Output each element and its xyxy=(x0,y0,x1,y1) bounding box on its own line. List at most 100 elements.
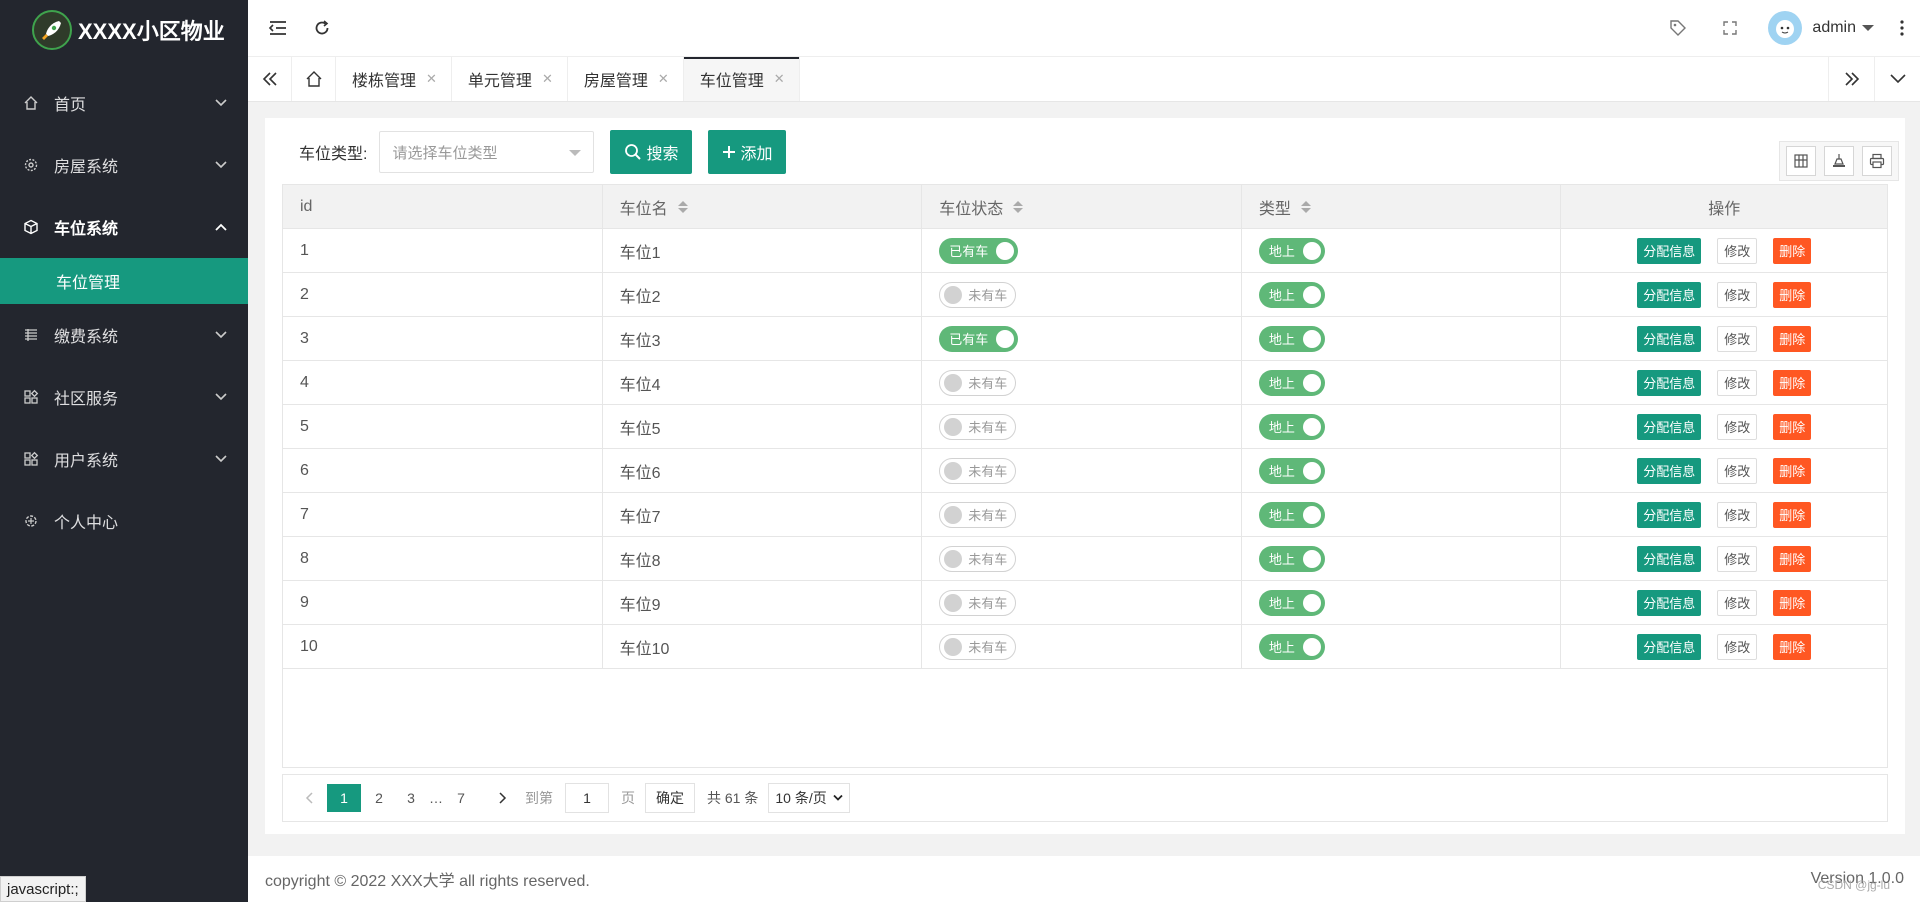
type-switch[interactable]: 地上 xyxy=(1258,589,1325,616)
column-header-id[interactable]: id xyxy=(283,185,603,228)
assign-info-button[interactable]: 分配信息 xyxy=(1637,413,1702,440)
logo[interactable]: XXXX小区物业 xyxy=(0,0,248,60)
type-switch[interactable]: 地上 xyxy=(1258,501,1325,528)
delete-button[interactable]: 删除 xyxy=(1773,501,1812,528)
edit-button[interactable]: 修改 xyxy=(1717,281,1758,308)
assign-info-button[interactable]: 分配信息 xyxy=(1637,369,1702,396)
edit-button[interactable]: 修改 xyxy=(1717,237,1758,264)
type-filter-label: 车位类型: xyxy=(299,146,368,163)
type-switch[interactable]: 地上 xyxy=(1258,457,1325,484)
tab-parking[interactable]: 车位管理 ✕ xyxy=(683,57,800,101)
delete-button[interactable]: 删除 xyxy=(1773,589,1812,616)
edit-button[interactable]: 修改 xyxy=(1717,545,1758,572)
status-switch[interactable]: 未有车 xyxy=(939,413,1017,440)
page-3[interactable]: 3 xyxy=(397,784,425,812)
page-1[interactable]: 1 xyxy=(327,784,361,812)
tabs-scroll-left-button[interactable] xyxy=(248,57,292,101)
assign-info-button[interactable]: 分配信息 xyxy=(1637,325,1702,352)
edit-button[interactable]: 修改 xyxy=(1717,325,1758,352)
sidebar-item-housing[interactable]: 房屋系统 xyxy=(0,134,248,196)
page-2[interactable]: 2 xyxy=(365,784,393,812)
column-header-status[interactable]: 车位状态 xyxy=(922,185,1242,228)
tab-home[interactable] xyxy=(292,57,336,101)
edit-button[interactable]: 修改 xyxy=(1717,457,1758,484)
theme-button[interactable] xyxy=(1652,6,1704,50)
column-header-name[interactable]: 车位名 xyxy=(603,185,923,228)
assign-info-button[interactable]: 分配信息 xyxy=(1637,237,1702,264)
sidebar-item-parking[interactable]: 车位系统 xyxy=(0,196,248,258)
status-switch[interactable]: 未有车 xyxy=(939,281,1017,308)
delete-button[interactable]: 删除 xyxy=(1773,633,1812,660)
assign-info-button[interactable]: 分配信息 xyxy=(1637,457,1702,484)
sidebar-item-profile[interactable]: 个人中心 xyxy=(0,490,248,552)
assign-info-button[interactable]: 分配信息 xyxy=(1637,281,1702,308)
print-button[interactable] xyxy=(1862,146,1892,176)
export-button[interactable] xyxy=(1824,146,1854,176)
status-switch[interactable]: 已有车 xyxy=(939,325,1019,352)
next-page-button[interactable] xyxy=(489,784,517,812)
tab-unit[interactable]: 单元管理 ✕ xyxy=(452,57,568,101)
goto-page-input[interactable] xyxy=(565,783,609,813)
column-header-type[interactable]: 类型 xyxy=(1242,185,1562,228)
type-switch[interactable]: 地上 xyxy=(1258,545,1325,572)
menu-toggle-button[interactable] xyxy=(256,6,300,50)
edit-button[interactable]: 修改 xyxy=(1717,589,1758,616)
type-select[interactable]: 请选择车位类型 xyxy=(379,131,595,173)
page-7[interactable]: 7 xyxy=(447,784,475,812)
tab-building[interactable]: 楼栋管理 ✕ xyxy=(336,57,452,101)
edit-button[interactable]: 修改 xyxy=(1717,633,1758,660)
delete-button[interactable]: 删除 xyxy=(1773,281,1812,308)
type-switch[interactable]: 地上 xyxy=(1258,325,1325,352)
page-size-select[interactable]: 10 条/页 xyxy=(768,783,850,813)
columns-filter-button[interactable] xyxy=(1786,146,1816,176)
type-switch[interactable]: 地上 xyxy=(1258,633,1325,660)
close-icon[interactable]: ✕ xyxy=(426,71,437,87)
prev-page-button[interactable] xyxy=(295,784,323,812)
user-menu[interactable]: admin xyxy=(1756,0,1884,57)
sidebar-subitem-parking-management[interactable]: 车位管理 xyxy=(0,258,248,304)
assign-info-button[interactable]: 分配信息 xyxy=(1637,501,1702,528)
sort-icon[interactable] xyxy=(1013,200,1024,213)
assign-info-button[interactable]: 分配信息 xyxy=(1637,589,1702,616)
close-icon[interactable]: ✕ xyxy=(774,71,785,87)
status-switch[interactable]: 未有车 xyxy=(939,589,1017,616)
sidebar-item-home[interactable]: 首页 xyxy=(0,72,248,134)
delete-button[interactable]: 删除 xyxy=(1773,545,1812,572)
sidebar-item-community[interactable]: 社区服务 xyxy=(0,366,248,428)
status-switch[interactable]: 未有车 xyxy=(939,369,1017,396)
sort-icon[interactable] xyxy=(677,200,688,213)
status-switch[interactable]: 未有车 xyxy=(939,457,1017,484)
edit-button[interactable]: 修改 xyxy=(1717,413,1758,440)
close-icon[interactable]: ✕ xyxy=(658,71,669,87)
type-switch[interactable]: 地上 xyxy=(1258,237,1325,264)
close-icon[interactable]: ✕ xyxy=(542,71,553,87)
assign-info-button[interactable]: 分配信息 xyxy=(1637,633,1702,660)
status-switch[interactable]: 未有车 xyxy=(939,633,1017,660)
assign-info-button[interactable]: 分配信息 xyxy=(1637,545,1702,572)
status-switch[interactable]: 未有车 xyxy=(939,501,1017,528)
edit-button[interactable]: 修改 xyxy=(1717,501,1758,528)
tabs-scroll-right-button[interactable] xyxy=(1828,57,1874,101)
delete-button[interactable]: 删除 xyxy=(1773,325,1812,352)
delete-button[interactable]: 删除 xyxy=(1773,413,1812,440)
delete-button[interactable]: 删除 xyxy=(1773,457,1812,484)
type-switch[interactable]: 地上 xyxy=(1258,413,1325,440)
refresh-button[interactable] xyxy=(300,6,344,50)
delete-button[interactable]: 删除 xyxy=(1773,369,1812,396)
more-button[interactable] xyxy=(1884,6,1920,50)
add-button[interactable]: 添加 xyxy=(708,130,787,174)
tabs-menu-button[interactable] xyxy=(1874,57,1920,101)
goto-confirm-button[interactable]: 确定 xyxy=(645,783,695,813)
type-switch[interactable]: 地上 xyxy=(1258,281,1325,308)
sort-icon[interactable] xyxy=(1300,200,1311,213)
tab-house[interactable]: 房屋管理 ✕ xyxy=(568,57,684,101)
search-button[interactable]: 搜索 xyxy=(610,130,693,174)
fullscreen-button[interactable] xyxy=(1704,6,1756,50)
status-switch[interactable]: 未有车 xyxy=(939,545,1017,572)
delete-button[interactable]: 删除 xyxy=(1773,237,1812,264)
sidebar-item-users[interactable]: 用户系统 xyxy=(0,428,248,490)
edit-button[interactable]: 修改 xyxy=(1717,369,1758,396)
sidebar-item-billing[interactable]: 缴费系统 xyxy=(0,304,248,366)
status-switch[interactable]: 已有车 xyxy=(939,237,1019,264)
type-switch[interactable]: 地上 xyxy=(1258,369,1325,396)
